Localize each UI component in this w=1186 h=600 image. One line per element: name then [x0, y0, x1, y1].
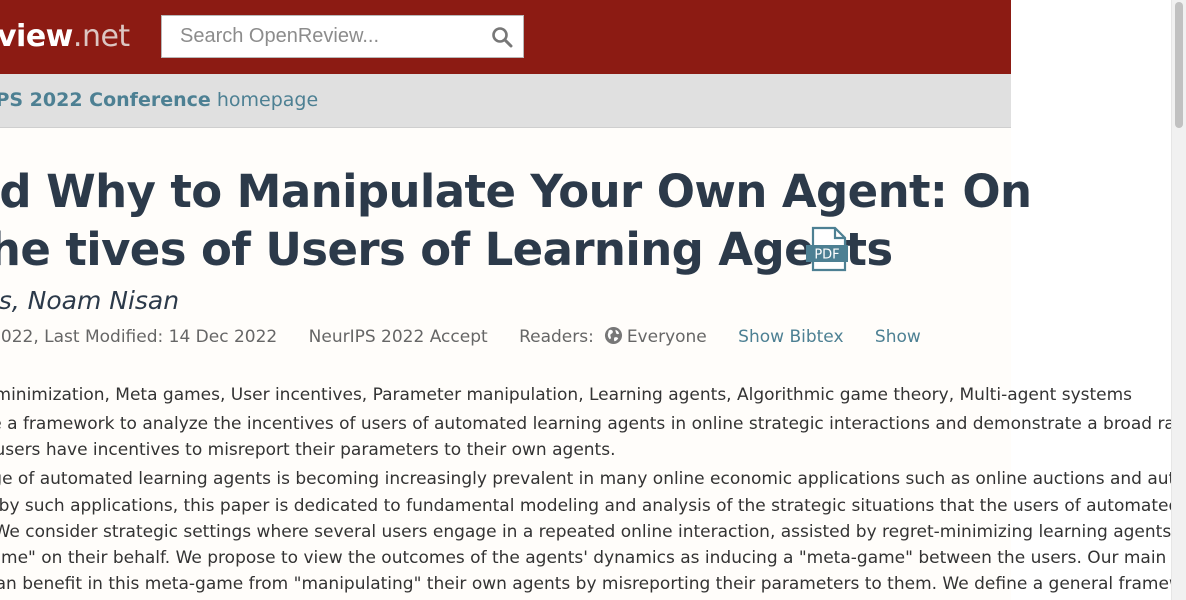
- abstract-line: g. We consider strategic settings where …: [0, 522, 1171, 542]
- paper-meta: t 2022, Last Modified: 14 Dec 2022 NeurI…: [0, 326, 921, 347]
- search-box: [161, 15, 524, 58]
- brand-name: view: [0, 19, 73, 54]
- scrollbar-thumb[interactable]: [1175, 2, 1183, 128]
- tldr-line: ose a framework to analyze the incentive…: [0, 414, 1171, 434]
- abstract-line: ed by such applications, this paper is d…: [0, 496, 1171, 516]
- page: view.net rIPS 2022 Conference homepage n…: [0, 0, 1171, 600]
- breadcrumb-venue-link[interactable]: rIPS 2022 Conference: [0, 89, 211, 111]
- keywords-value: et minimization, Meta games, User incent…: [0, 385, 1133, 405]
- abstract-line: s can benefit in this meta-game from "ma…: [0, 574, 1171, 594]
- show-revisions-link[interactable]: Show: [875, 327, 921, 347]
- breadcrumb-page: homepage: [216, 89, 319, 111]
- abstract-line: "game" on their behalf. We propose to vi…: [0, 548, 1171, 568]
- readers-label: Readers:: [519, 327, 594, 347]
- search-icon[interactable]: [491, 26, 513, 48]
- pdf-icon[interactable]: PDF: [805, 226, 849, 274]
- paper-title: nd Why to Manipulate Your Own Agent: On …: [0, 165, 1032, 276]
- vertical-scrollbar[interactable]: [1171, 0, 1186, 600]
- breadcrumb: rIPS 2022 Conference homepage: [0, 89, 318, 111]
- paper-authors[interactable]: bus, Noam Nisan: [0, 286, 179, 315]
- tldr-line: re users have incentives to misreport th…: [0, 440, 616, 460]
- brand-suffix: .net: [72, 19, 130, 54]
- decision-badge: NeurIPS 2022 Accept: [308, 327, 488, 347]
- readers-value: Everyone: [626, 327, 707, 347]
- pdf-icon-label: PDF: [814, 248, 839, 263]
- search-input[interactable]: [162, 16, 482, 57]
- show-bibtex-link[interactable]: Show Bibtex: [738, 327, 843, 347]
- globe-icon: [604, 326, 622, 345]
- abstract-line: sage of automated learning agents is bec…: [0, 469, 1171, 489]
- breadcrumb-bar: rIPS 2022 Conference homepage: [0, 74, 1011, 128]
- paper-dates: t 2022, Last Modified: 14 Dec 2022: [0, 327, 278, 347]
- brand-logo[interactable]: view.net: [0, 17, 130, 57]
- header-bar: view.net: [0, 0, 1011, 74]
